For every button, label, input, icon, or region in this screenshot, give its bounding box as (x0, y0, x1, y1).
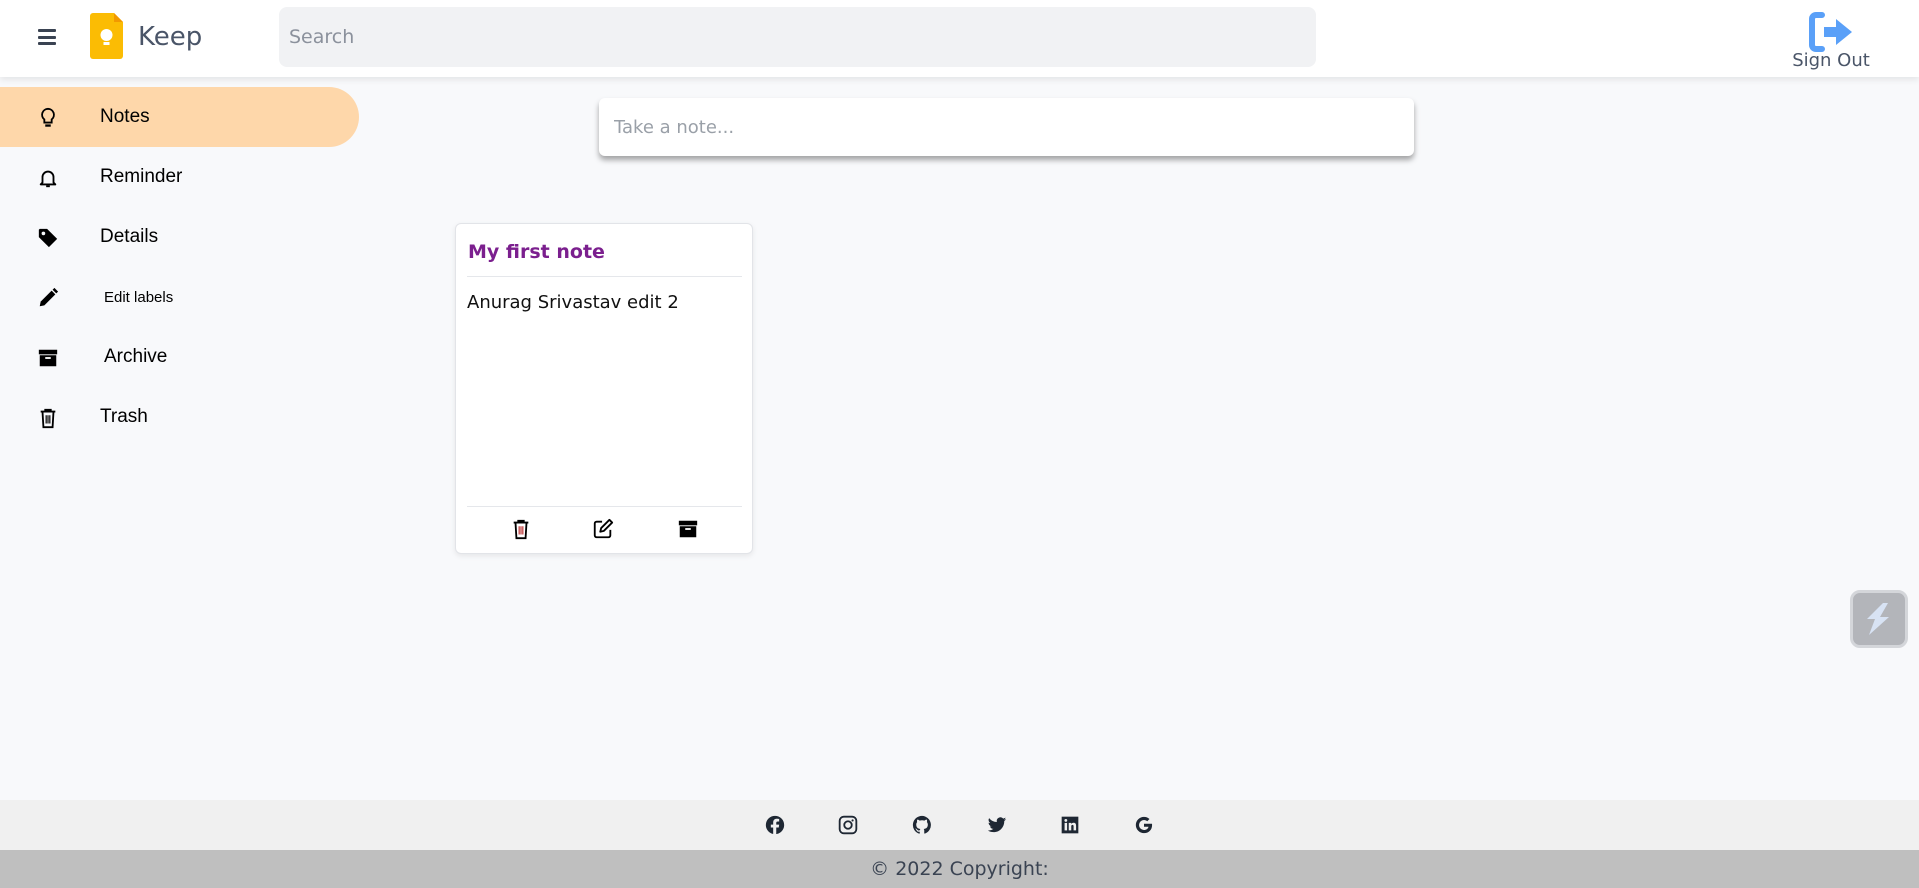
pencil-icon (39, 287, 59, 307)
sidebar-item-label: Reminder (100, 166, 183, 187)
app-name: Keep (138, 22, 203, 52)
floating-extension-button[interactable] (1850, 590, 1908, 648)
archive-note-icon[interactable] (677, 518, 699, 540)
facebook-icon[interactable] (765, 815, 785, 835)
sidebar-item-label: Edit labels (104, 289, 174, 306)
divider (467, 506, 742, 507)
take-note-input[interactable] (599, 98, 1414, 156)
sidebar-item-notes[interactable]: Notes (0, 87, 359, 147)
edit-note-icon[interactable] (592, 518, 614, 540)
copyright-text: © 2022 Copyright: (870, 858, 1049, 880)
top-bar: Keep Sign Out (0, 0, 1919, 77)
sidebar-item-label: Details (100, 226, 159, 247)
delete-note-icon[interactable] (510, 518, 532, 540)
search-input[interactable] (279, 7, 1316, 67)
extension-icon (1867, 603, 1889, 635)
sidebar-item-label: Notes (100, 106, 150, 127)
menu-icon[interactable] (38, 29, 56, 45)
trash-icon (40, 408, 56, 429)
tag-icon (38, 228, 58, 248)
github-icon[interactable] (912, 815, 932, 835)
sidebar-item-label: Trash (100, 406, 148, 427)
keep-logo-icon (90, 13, 123, 59)
twitter-icon[interactable] (987, 815, 1007, 835)
note-card[interactable]: My first note Anurag Srivastav edit 2 (455, 223, 753, 554)
instagram-icon[interactable] (838, 815, 858, 835)
sign-out-icon (1809, 12, 1852, 52)
social-links-bar (0, 800, 1919, 850)
linkedin-icon[interactable] (1060, 815, 1080, 835)
sidebar-item-edit-labels[interactable]: Edit labels (0, 267, 359, 327)
archive-icon (38, 349, 58, 367)
divider (467, 276, 742, 277)
lightbulb-icon (41, 107, 55, 127)
copyright-bar: © 2022 Copyright: (0, 850, 1919, 888)
sign-out-button[interactable]: Sign Out (1786, 12, 1876, 76)
sidebar-item-trash[interactable]: Trash (0, 387, 359, 447)
note-body: Anurag Srivastav edit 2 (467, 292, 679, 313)
sidebar-item-archive[interactable]: Archive (0, 327, 359, 387)
sidebar-item-reminder[interactable]: Reminder (0, 147, 359, 207)
sign-out-label: Sign Out (1792, 50, 1870, 71)
bell-icon (39, 170, 57, 188)
google-icon[interactable] (1134, 815, 1154, 835)
sidebar: Notes Reminder Details Edit labels Archi… (0, 87, 359, 447)
sidebar-item-details[interactable]: Details (0, 207, 359, 267)
sidebar-item-label: Archive (104, 346, 168, 367)
note-title: My first note (468, 241, 605, 263)
